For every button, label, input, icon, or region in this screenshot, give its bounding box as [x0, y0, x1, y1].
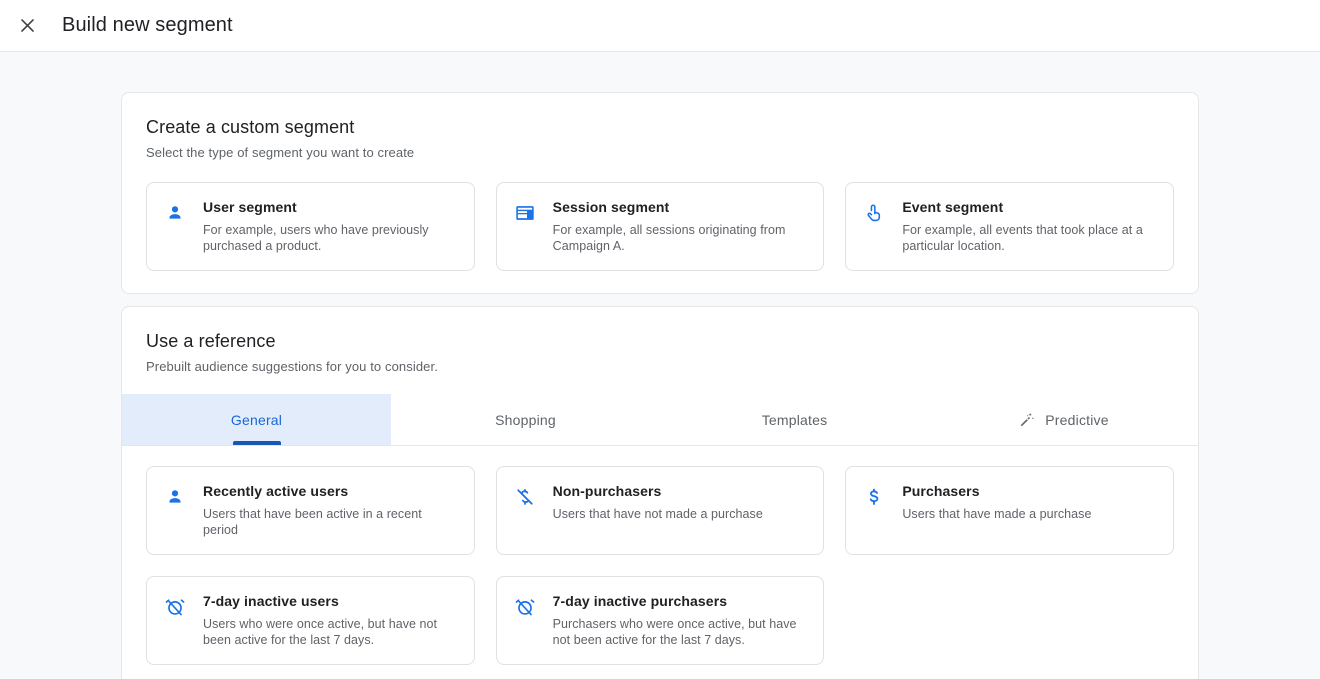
card-description: For example, all events that took place …: [902, 223, 1143, 253]
card-title: Session segment: [552, 199, 670, 215]
card-description: Users who were once active, but have not…: [203, 617, 438, 647]
card-title: User segment: [203, 199, 297, 215]
create-custom-segment-panel: Create a custom segment Select the type …: [121, 92, 1199, 294]
tab-label: Predictive: [1045, 411, 1109, 428]
custom-segment-card-grid: User segment For example, users who have…: [146, 182, 1174, 271]
tab-general[interactable]: General: [122, 394, 391, 445]
card-description: For example, users who have previously p…: [203, 223, 429, 253]
touch-app-icon: [862, 201, 886, 225]
reference-title: Use a reference: [146, 331, 276, 351]
card-user-segment[interactable]: User segment For example, users who have…: [146, 182, 475, 271]
card-recently-active-users[interactable]: Recently active users Users that have be…: [146, 466, 475, 555]
tab-shopping[interactable]: Shopping: [391, 394, 660, 445]
card-7-day-inactive-purchasers[interactable]: 7-day inactive purchasers Purchasers who…: [495, 576, 825, 665]
alarm-off-icon: [163, 595, 187, 619]
card-description: Users that have not made a purchase: [552, 507, 763, 521]
use-a-reference-panel: Use a reference Prebuilt audience sugges…: [121, 306, 1199, 679]
card-title: Non-purchasers: [552, 483, 662, 499]
card-description: Users that have been active in a recent …: [203, 507, 422, 537]
person-icon: [163, 201, 187, 225]
close-icon: [18, 16, 37, 35]
card-title: 7-day inactive purchasers: [552, 593, 728, 609]
tab-label: Shopping: [495, 411, 556, 428]
custom-segment-title: Create a custom segment: [146, 117, 355, 137]
tab-label: General: [230, 411, 283, 428]
card-event-segment[interactable]: Event segment For example, all events th…: [845, 182, 1174, 271]
reference-card-grid: Recently active users Users that have be…: [146, 466, 1174, 665]
close-button[interactable]: [10, 9, 44, 43]
card-description: Purchasers who were once active, but hav…: [552, 617, 797, 647]
card-session-segment[interactable]: Session segment For example, all session…: [495, 182, 825, 271]
card-description: Users that have made a purchase: [902, 507, 1092, 521]
money-off-icon: [513, 485, 537, 509]
card-description: For example, all sessions originating fr…: [552, 223, 786, 253]
tab-templates[interactable]: Templates: [660, 394, 929, 445]
card-non-purchasers[interactable]: Non-purchasers Users that have not made …: [495, 466, 825, 555]
page-body: Create a custom segment Select the type …: [0, 52, 1320, 679]
alarm-off-icon: [513, 595, 537, 619]
dollar-icon: [862, 485, 886, 509]
tab-label: Templates: [761, 411, 828, 428]
reference-subtitle: Prebuilt audience suggestions for you to…: [146, 359, 438, 374]
custom-segment-subtitle: Select the type of segment you want to c…: [146, 145, 415, 160]
web-layout-icon: [513, 201, 537, 225]
tab-active-indicator: [232, 441, 281, 445]
magic-wand-icon: [1018, 411, 1036, 429]
tab-predictive[interactable]: Predictive: [929, 394, 1198, 445]
top-app-bar: Build new segment: [0, 0, 1320, 52]
page-title: Build new segment: [62, 14, 233, 36]
person-icon: [163, 485, 187, 509]
card-title: Event segment: [902, 199, 1004, 215]
card-title: Purchasers: [902, 483, 980, 499]
card-purchasers[interactable]: Purchasers Users that have made a purcha…: [845, 466, 1174, 555]
card-title: Recently active users: [203, 483, 349, 499]
card-title: 7-day inactive users: [203, 593, 339, 609]
reference-tabs: General Shopping Templates Predictive: [122, 394, 1198, 446]
card-7-day-inactive-users[interactable]: 7-day inactive users Users who were once…: [146, 576, 475, 665]
